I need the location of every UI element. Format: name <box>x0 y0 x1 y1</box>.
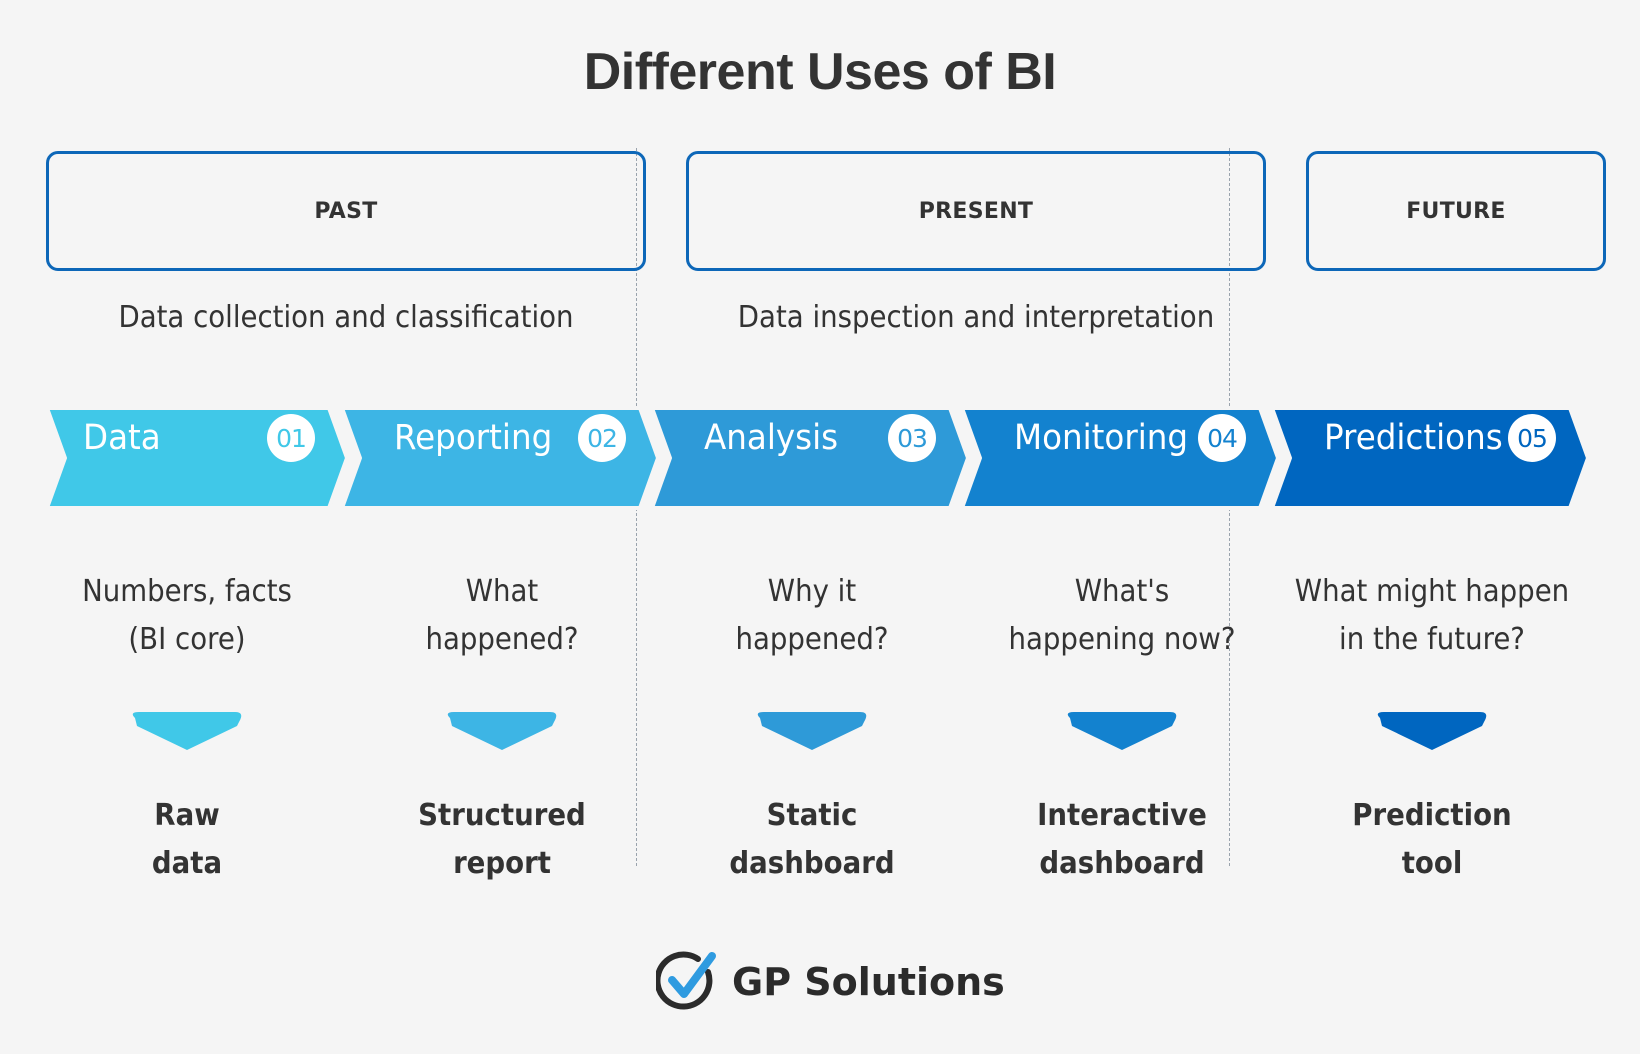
down-arrow-icon <box>1067 712 1177 750</box>
period-present-label: PRESENT <box>918 198 1034 224</box>
down-arrow-icon <box>1377 712 1487 750</box>
page-title: Different Uses of BI <box>583 43 1057 101</box>
down-arrow-icon <box>757 712 867 750</box>
period-present: PRESENT <box>686 151 1266 271</box>
period-past-description: Data collection and classification <box>118 300 574 335</box>
logo-text: GP Solutions <box>732 960 1005 1004</box>
stage-number-badge: 03 <box>888 414 936 462</box>
company-logo: GP Solutions <box>656 950 1005 1014</box>
stage-number-badge: 02 <box>578 414 626 462</box>
period-past-label: PAST <box>314 198 378 224</box>
period-future: FUTURE <box>1306 151 1606 271</box>
stage-label-analysis: Analysis <box>704 418 839 458</box>
stage-label-monitoring: Monitoring <box>1014 418 1189 458</box>
stage-question: Why it happened? <box>735 574 889 657</box>
period-present-description: Data inspection and interpretation <box>737 300 1215 335</box>
stage-outcome: Static dashboard <box>729 798 895 881</box>
stage-label-predictions: Predictions <box>1324 418 1503 458</box>
period-past: PAST <box>46 151 646 271</box>
down-arrow-icon <box>447 712 557 750</box>
stage-number-badge: 05 <box>1508 414 1556 462</box>
stage-question: What's happening now? <box>1008 574 1236 657</box>
stage-label-reporting: Reporting <box>394 418 553 458</box>
stage-outcome: Structured report <box>418 798 586 881</box>
period-future-label: FUTURE <box>1406 198 1506 224</box>
stage-question: What might happen in the future? <box>1294 574 1570 657</box>
stage-number-badge: 01 <box>267 414 315 462</box>
stage-outcome: Prediction tool <box>1352 798 1512 881</box>
stage-question: Numbers, facts (BI core) <box>82 574 292 657</box>
stage-number-badge: 04 <box>1198 414 1246 462</box>
stage-question: What happened? <box>425 574 579 657</box>
check-circle-icon <box>656 951 716 1010</box>
stage-outcome: Interactive dashboard <box>1037 798 1207 881</box>
down-arrow-icon <box>132 712 242 750</box>
stage-outcome: Raw data <box>151 798 223 881</box>
stage-label-data: Data <box>83 418 161 458</box>
